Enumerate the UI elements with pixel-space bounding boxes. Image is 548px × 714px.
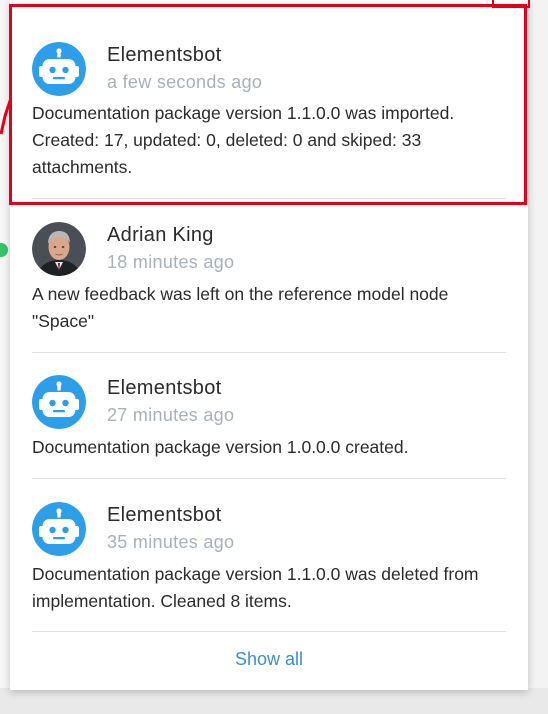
highlight-box (9, 4, 527, 205)
notification-message: Documentation package version 1.0.0.0 cr… (32, 437, 409, 457)
divider (32, 352, 506, 353)
user-avatar (32, 222, 86, 276)
notification-message: A new feedback was left on the reference… (32, 284, 449, 331)
divider (32, 478, 506, 479)
notification-message: Documentation package version 1.1.0.0 wa… (32, 564, 479, 611)
show-all-link[interactable]: Show all (10, 649, 528, 670)
robot-icon (32, 502, 86, 556)
notification-time: 18 minutes ago (107, 252, 235, 272)
divider (32, 631, 506, 632)
notification-time: 35 minutes ago (107, 532, 235, 552)
notification-author: Elementsbot (107, 504, 222, 526)
arrow-icon (0, 97, 12, 135)
robot-icon (32, 375, 86, 429)
notification-time: 27 minutes ago (107, 405, 235, 425)
notification-author: Adrian King (107, 224, 214, 246)
notification-author: Elementsbot (107, 377, 222, 399)
highlight-corner-mark (492, 0, 530, 8)
background-page-bottom (0, 688, 548, 714)
